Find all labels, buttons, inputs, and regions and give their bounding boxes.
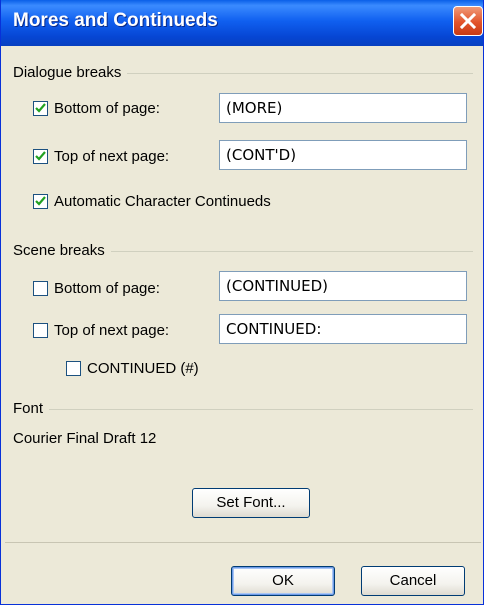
dialogue-top-of-next-page-input[interactable]: (CONT'D): [219, 140, 467, 170]
scene-top-of-next-page-label: Top of next page:: [54, 322, 170, 339]
continued-number-checkbox[interactable]: [66, 361, 81, 376]
cancel-button[interactable]: Cancel: [361, 566, 465, 596]
scene-top-of-next-page-checkbox[interactable]: [33, 323, 48, 338]
checkmark-icon: [35, 103, 46, 113]
dialogue-top-of-next-page-label: Top of next page:: [54, 148, 170, 165]
mores-and-continueds-dialog: Mores and Continueds Dialogue breaks Bot…: [0, 0, 484, 605]
dialog-body: Dialogue breaks Bottom of page: (MORE) T…: [5, 46, 481, 601]
dialogue-breaks-label: Dialogue breaks: [13, 64, 128, 81]
dialogue-bottom-of-page-input[interactable]: (MORE): [219, 93, 467, 123]
scene-top-of-next-page-input[interactable]: CONTINUED:: [219, 314, 467, 344]
auto-character-continueds-option[interactable]: Automatic Character Continueds: [33, 193, 271, 210]
title-bar[interactable]: Mores and Continueds: [1, 0, 483, 46]
auto-character-continueds-label: Automatic Character Continueds: [54, 193, 271, 210]
dialogue-bottom-of-page-checkbox[interactable]: [33, 101, 48, 116]
dialogue-bottom-of-page-option[interactable]: Bottom of page:: [33, 100, 160, 117]
font-value: Courier Final Draft 12: [13, 430, 157, 447]
scene-top-of-next-page-option[interactable]: Top of next page:: [33, 322, 169, 339]
scene-bottom-of-page-option[interactable]: Bottom of page:: [33, 280, 160, 297]
checkmark-icon: [35, 196, 46, 206]
auto-character-continueds-checkbox[interactable]: [33, 194, 48, 209]
continued-number-option[interactable]: CONTINUED (#): [66, 360, 199, 377]
font-label: Font: [13, 400, 50, 417]
scene-bottom-of-page-checkbox[interactable]: [33, 281, 48, 296]
scene-bottom-of-page-input[interactable]: (CONTINUED): [219, 271, 467, 301]
continued-number-label: CONTINUED (#): [87, 360, 199, 377]
dialogue-bottom-of-page-label: Bottom of page:: [54, 100, 160, 117]
font-divider: [13, 409, 473, 410]
scene-breaks-label: Scene breaks: [13, 242, 111, 259]
ok-button[interactable]: OK: [231, 566, 335, 596]
dialogue-top-of-next-page-checkbox[interactable]: [33, 149, 48, 164]
scene-bottom-of-page-label: Bottom of page:: [54, 280, 160, 297]
window-title: Mores and Continueds: [13, 10, 218, 31]
bottom-separator: [5, 542, 481, 543]
checkmark-icon: [35, 151, 46, 161]
set-font-button[interactable]: Set Font...: [192, 488, 310, 518]
close-button[interactable]: [453, 6, 483, 36]
close-icon: [460, 13, 476, 29]
dialogue-top-of-next-page-option[interactable]: Top of next page:: [33, 148, 169, 165]
